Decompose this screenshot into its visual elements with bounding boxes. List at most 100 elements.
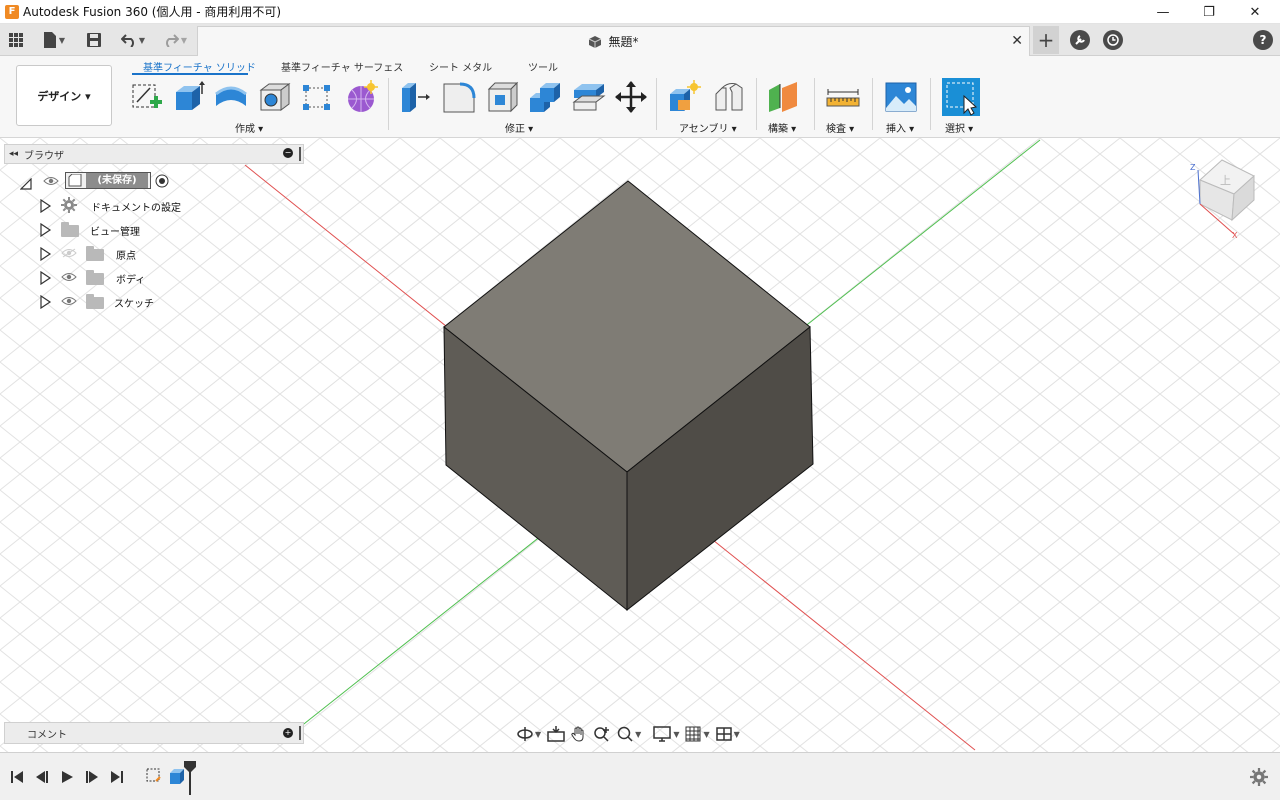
revolve-button[interactable] <box>214 80 248 114</box>
close-tab-icon[interactable]: ✕ <box>1011 33 1023 49</box>
expand-triangle-icon[interactable] <box>40 246 52 262</box>
go-to-end-button[interactable] <box>108 769 126 785</box>
pin-handle-icon[interactable] <box>299 726 301 740</box>
view-cube[interactable]: 上 X Z <box>1184 156 1264 246</box>
timeline-settings-button[interactable] <box>1250 768 1268 786</box>
insert-image-button[interactable] <box>884 80 918 114</box>
look-at-button[interactable] <box>547 723 565 745</box>
expanded-triangle-icon[interactable] <box>19 175 32 190</box>
job-status-button[interactable] <box>1102 28 1124 52</box>
redo-button[interactable]: ▼ <box>158 28 192 52</box>
assemble-group-label[interactable]: アセンブリ ▾ <box>679 120 737 135</box>
display-settings-button[interactable]: ▼ <box>653 723 679 745</box>
press-pull-button[interactable] <box>398 80 432 114</box>
extensions-button[interactable] <box>1069 28 1091 52</box>
grid-snaps-button[interactable]: ▼ <box>685 723 710 745</box>
pin-handle-icon[interactable] <box>299 147 301 161</box>
grid-icon <box>9 33 23 47</box>
insert-group-label[interactable]: 挿入 ▾ <box>886 120 914 135</box>
create-group-label[interactable]: 作成 ▾ <box>235 120 263 135</box>
go-to-start-button[interactable] <box>8 769 26 785</box>
close-window-button[interactable]: ✕ <box>1232 0 1278 24</box>
viewports-button[interactable]: ▼ <box>715 723 740 745</box>
folder-icon <box>86 294 104 309</box>
create-form-button[interactable] <box>344 80 378 114</box>
timeline-sketch-feature[interactable] <box>145 767 163 785</box>
orbit-button[interactable]: ▼ <box>517 723 541 745</box>
joint-button[interactable] <box>712 80 746 114</box>
help-button[interactable]: ? <box>1252 28 1274 52</box>
offset-face-button[interactable] <box>572 80 606 114</box>
cube-body[interactable] <box>443 180 814 612</box>
offset-plane-button[interactable] <box>766 80 800 114</box>
modify-group-label[interactable]: 修正 ▾ <box>505 120 533 135</box>
step-forward-button[interactable] <box>83 769 101 785</box>
eye-icon[interactable] <box>61 296 77 306</box>
eye-icon[interactable] <box>43 176 59 186</box>
canvas-viewport[interactable]: 上 X Z <box>0 138 1280 752</box>
select-button[interactable] <box>942 78 980 116</box>
tab-surface[interactable]: 基準フィーチャ サーフェス <box>281 59 403 74</box>
add-comment-icon[interactable]: + <box>283 728 293 738</box>
browser-title: ブラウザ <box>24 150 65 162</box>
timeline-marker[interactable] <box>184 761 196 795</box>
collapse-arrows-icon[interactable]: ◂◂ <box>9 149 18 159</box>
undo-button[interactable]: ▼ <box>116 28 150 52</box>
3d-scene[interactable] <box>0 138 1280 752</box>
fillet-button[interactable] <box>442 80 476 114</box>
combine-button[interactable] <box>528 80 562 114</box>
new-component-button[interactable] <box>668 80 702 114</box>
hole-button[interactable] <box>258 80 292 114</box>
workspace-selector[interactable]: デザイン ▾ <box>16 65 112 126</box>
expand-triangle-icon[interactable] <box>40 294 52 310</box>
tree-item-bodies[interactable]: ボディ <box>116 271 145 286</box>
expand-triangle-icon[interactable] <box>40 222 52 238</box>
chevron-down-icon: ▼ <box>703 729 710 739</box>
tree-item-origin[interactable]: 原点 <box>116 247 136 262</box>
activate-radio-icon[interactable] <box>155 174 169 188</box>
zoom-button[interactable] <box>593 723 611 745</box>
shell-button[interactable] <box>486 80 520 114</box>
tree-item-document-settings[interactable]: ドキュメントの設定 <box>91 199 181 214</box>
fillet-icon <box>443 82 476 113</box>
tab-tools[interactable]: ツール <box>528 59 558 74</box>
data-panel-button[interactable] <box>6 28 26 52</box>
play-button[interactable] <box>58 769 76 785</box>
sketch-icon <box>132 84 162 108</box>
extrude-button[interactable] <box>172 80 206 114</box>
construct-group-label[interactable]: 構築 ▾ <box>768 120 796 135</box>
tab-solid[interactable]: 基準フィーチャ ソリッド <box>143 59 256 74</box>
chevron-down-icon: ▼ <box>635 729 642 739</box>
comments-panel-header[interactable]: コメント + <box>4 722 304 744</box>
document-tab[interactable]: 無題* ✕ <box>197 26 1030 56</box>
eye-hidden-icon[interactable] <box>61 248 77 258</box>
expand-triangle-icon[interactable] <box>40 198 52 214</box>
rectangular-pattern-button[interactable] <box>300 80 334 114</box>
eye-icon[interactable] <box>61 272 77 282</box>
maximize-button[interactable]: ❐ <box>1186 0 1232 24</box>
browser-panel-header[interactable]: ◂◂ ブラウザ − <box>4 144 304 164</box>
tree-item-named-views[interactable]: ビュー管理 <box>90 223 140 238</box>
chevron-down-icon: ▼ <box>58 35 66 45</box>
fit-button[interactable]: ▼ <box>617 723 641 745</box>
monitor-icon <box>653 726 672 742</box>
move-copy-button[interactable] <box>614 80 648 114</box>
inspect-group-label[interactable]: 検査 ▾ <box>826 120 854 135</box>
select-group-label[interactable]: 選択 ▾ <box>945 120 973 135</box>
root-component[interactable]: (未保存) <box>65 172 151 189</box>
new-tab-button[interactable]: + <box>1033 26 1059 54</box>
measure-button[interactable] <box>826 80 860 114</box>
expand-triangle-icon[interactable] <box>40 270 52 286</box>
pan-button[interactable] <box>571 723 587 745</box>
step-back-button[interactable] <box>33 769 51 785</box>
chevron-down-icon: ▼ <box>733 729 740 739</box>
save-button[interactable] <box>84 28 104 52</box>
file-menu-button[interactable]: ▼ <box>38 28 70 52</box>
minimize-button[interactable]: — <box>1140 0 1186 24</box>
minimize-panel-icon[interactable]: − <box>283 148 293 158</box>
file-icon <box>43 32 56 48</box>
tab-sheet-metal[interactable]: シート メタル <box>429 59 492 74</box>
document-tab-title: 無題* <box>608 35 639 49</box>
create-sketch-button[interactable] <box>130 80 164 114</box>
tree-item-sketches[interactable]: スケッチ <box>114 295 154 310</box>
